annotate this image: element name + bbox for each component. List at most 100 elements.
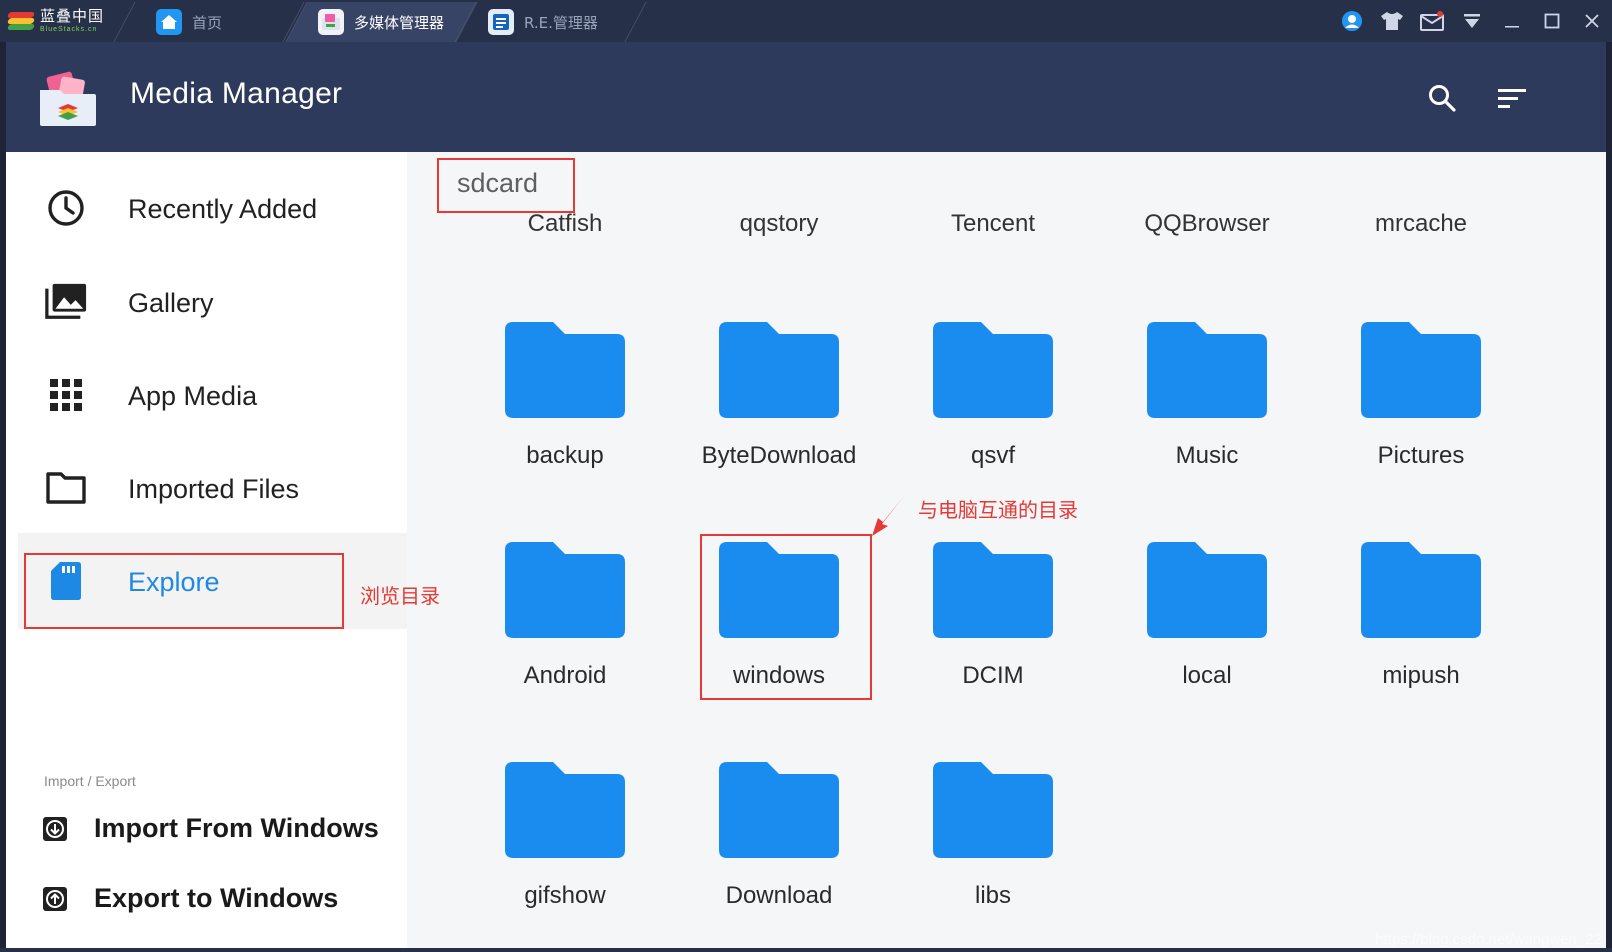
folder-item[interactable]: backup [465,322,665,502]
navigation-sidebar: Recently Added Gallery App Media Importe… [6,152,407,948]
import-export-section-label: Import / Export [44,773,136,789]
maximize-icon[interactable] [1532,0,1572,42]
folder-name: backup [526,442,604,469]
import-icon [42,816,68,842]
sidebar-item-recently-added[interactable]: Recently Added [6,160,407,256]
tab-home[interactable]: 首页 [124,2,294,42]
folder-name[interactable]: Tencent [883,210,1103,238]
folder-name[interactable]: Catfish [455,210,675,238]
bluestacks-logo-icon [6,12,36,30]
window-frame-bottom [0,948,1612,952]
folder-icon [505,762,625,858]
sort-icon [1498,89,1526,108]
cut-row-mask [407,252,1606,288]
folder-name: Android [523,662,607,689]
sidebar-item-label: Imported Files [128,474,300,504]
search-button[interactable] [1422,78,1462,118]
folder-name: Download [725,882,833,909]
dropdown-menu-icon[interactable] [1452,0,1492,42]
close-icon[interactable] [1572,0,1612,42]
folder-item[interactable]: Music [1107,322,1307,502]
folder-icon [933,762,1053,858]
apps-grid-icon [44,373,88,417]
media-manager-logo-icon [38,70,98,128]
folder-item[interactable]: gifshow [465,762,665,942]
export-to-windows-button[interactable]: Export to Windows [6,870,407,926]
sidebar-item-label: Explore [128,567,220,597]
folder-item[interactable]: Download [679,762,879,942]
folder-name: local [1182,662,1232,689]
theme-shirt-icon[interactable] [1372,0,1412,42]
folder-icon [933,542,1053,638]
home-icon [156,9,182,35]
clock-icon [44,186,88,230]
folder-item[interactable]: Android [465,542,665,722]
sidebar-item-label: Gallery [128,288,214,318]
sidebar-item-imported-files[interactable]: Imported Files [6,440,407,536]
folder-icon [1361,322,1481,418]
tab-home-label: 首页 [192,13,223,32]
sidebar-item-explore[interactable]: Explore [18,533,407,629]
folder-item[interactable]: Pictures [1321,322,1521,502]
minimize-icon[interactable] [1492,0,1532,42]
import-from-windows-button[interactable]: Import From Windows [6,800,407,856]
window-controls [1332,0,1612,42]
annotation-explore-note: 浏览目录 [360,584,440,608]
folder-item[interactable]: windows [679,542,879,722]
tab-re-manager[interactable]: R.E.管理器 [466,2,636,42]
folder-name: mipush [1382,662,1460,689]
media-manager-tab-icon [318,9,344,35]
sidebar-item-label: App Media [128,381,258,411]
folder-name[interactable]: qqstory [669,210,889,238]
folder-icon [1147,542,1267,638]
folder-item[interactable]: libs [893,762,1093,942]
mail-icon[interactable] [1412,0,1452,42]
folder-item[interactable]: local [1107,542,1307,722]
folder-name: ByteDownload [701,442,857,469]
file-browser: sdcard Catfish qqstory Tencent QQBrowser… [407,152,1606,948]
annotation-arrow-icon [872,496,904,536]
folder-icon [505,542,625,638]
folder-icon [1361,542,1481,638]
folder-name: Pictures [1377,442,1465,469]
folder-name[interactable]: mrcache [1311,210,1531,238]
tab-media-manager[interactable]: 多媒体管理器 [296,2,466,42]
folder-item[interactable]: ByteDownload [679,322,879,502]
folder-icon [719,762,839,858]
folder-item[interactable]: DCIM [893,542,1093,722]
search-icon [1429,85,1456,112]
folder-name: DCIM [962,662,1024,689]
gallery-icon [44,280,88,324]
sidebar-item-gallery[interactable]: Gallery [6,254,407,350]
folder-item[interactable]: mipush [1321,542,1521,722]
bluestacks-brand[interactable]: 蓝叠中国 BlueStacks.cn [6,6,114,36]
export-icon [42,886,68,912]
current-path: sdcard [457,168,539,198]
folder-icon [1147,322,1267,418]
folder-icon [719,542,839,638]
folder-name: libs [974,882,1011,909]
tab-media-manager-label: 多媒体管理器 [354,13,445,32]
export-to-windows-label: Export to Windows [94,883,339,913]
brand-name-en: BlueStacks.cn [40,26,98,33]
sd-card-icon [44,559,88,603]
account-icon[interactable] [1332,0,1372,42]
folder-name: Music [1175,442,1239,469]
folder-name[interactable]: QQBrowser [1097,210,1317,238]
re-manager-tab-icon [488,9,514,35]
folder-name: gifshow [524,882,606,909]
folder-name: windows [732,662,826,689]
app-header: Media Manager [6,42,1606,152]
folder-icon [505,322,625,418]
sidebar-item-app-media[interactable]: App Media [6,347,407,443]
watermark: https://blog.csdn.net/wangwen_22 [1375,931,1602,948]
tab-re-manager-label: R.E.管理器 [524,13,598,32]
import-from-windows-label: Import From Windows [94,813,379,843]
brand-name-cn: 蓝叠中国 [40,7,105,25]
sort-button[interactable] [1492,78,1532,118]
folder-icon [719,322,839,418]
app-title: Media Manager [130,77,343,110]
folder-icon [933,322,1053,418]
folder-item[interactable]: qsvf [893,322,1093,502]
folder-name: qsvf [970,442,1015,469]
